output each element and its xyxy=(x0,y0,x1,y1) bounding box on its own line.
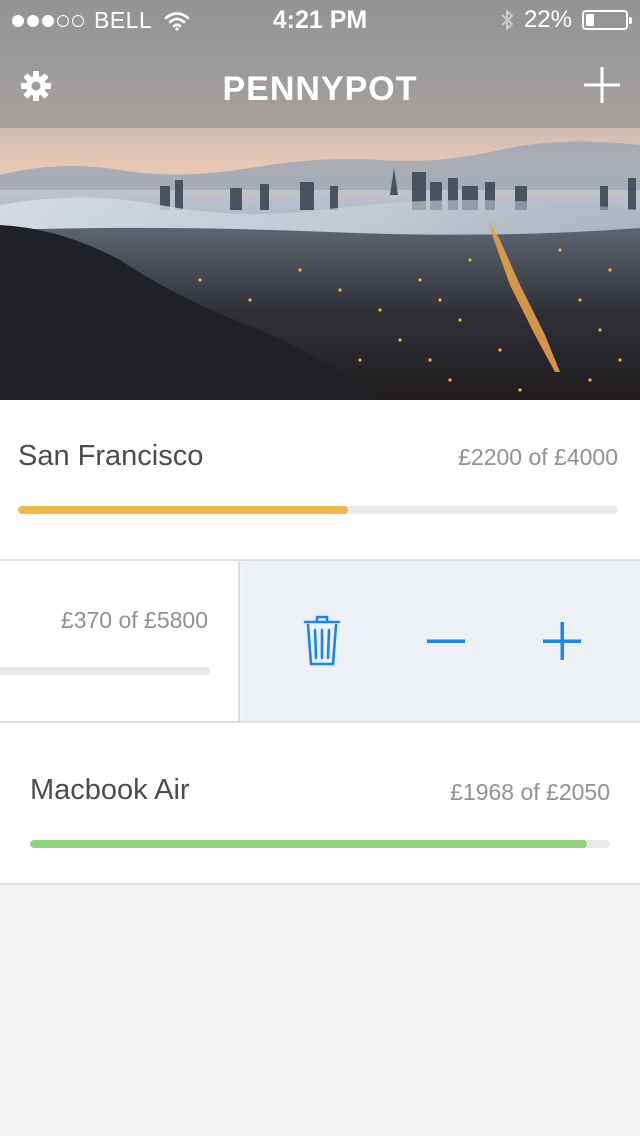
goal-amount: £370 of £5800 xyxy=(60,607,208,633)
progress-fill xyxy=(30,840,587,848)
goal-card-san-francisco[interactable]: San Francisco £2200 of £4000 xyxy=(0,400,640,561)
trash-icon xyxy=(303,615,341,666)
progress-track xyxy=(18,506,618,514)
delete-button[interactable] xyxy=(298,613,346,669)
goal-amount: £1968 of £2050 xyxy=(450,779,610,805)
bluetooth-icon xyxy=(501,10,513,30)
decrease-button[interactable] xyxy=(422,613,470,669)
goal-name: San Francisco xyxy=(18,440,204,472)
swiped-goal-row: £370 of £5800 xyxy=(0,561,640,723)
progress-fill xyxy=(18,506,348,514)
row-actions xyxy=(242,561,640,721)
goal-name: Macbook Air xyxy=(30,774,190,806)
plus-icon xyxy=(543,622,581,660)
goal-card-swiped[interactable]: £370 of £5800 xyxy=(0,561,240,721)
goal-amount: £2200 of £4000 xyxy=(458,444,618,470)
header: BELL 4:21 PM 22% PENNYPOT xyxy=(0,0,640,400)
plus-icon[interactable] xyxy=(584,67,620,103)
battery-percent: 22% xyxy=(523,6,572,33)
minus-icon xyxy=(427,639,465,643)
page-title: PENNYPOT xyxy=(222,70,418,108)
battery-icon xyxy=(582,10,632,30)
progress-track xyxy=(0,667,210,675)
goal-card-macbook-air[interactable]: Macbook Air £1968 of £2050 xyxy=(0,723,640,885)
status-bar: BELL 4:21 PM 22% xyxy=(0,0,640,40)
increase-button[interactable] xyxy=(538,613,586,669)
nav-bar: PENNYPOT xyxy=(0,48,640,128)
progress-track xyxy=(30,840,610,848)
